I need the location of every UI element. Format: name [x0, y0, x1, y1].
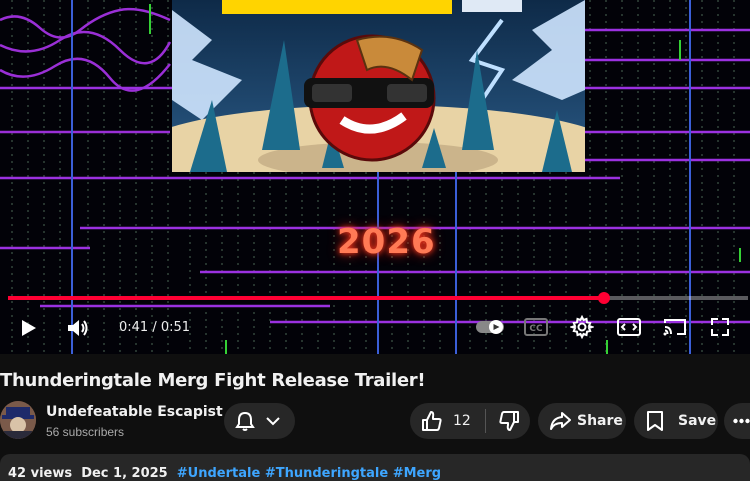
theater-mode-icon — [617, 318, 641, 336]
play-icon — [22, 320, 36, 336]
description-meta: 42 views Dec 1, 2025 #Undertale #Thunder… — [8, 466, 441, 481]
theater-mode-button[interactable] — [614, 314, 644, 340]
captions-button[interactable]: CC — [522, 314, 550, 340]
progress-played — [8, 296, 604, 300]
volume-icon — [68, 320, 88, 336]
hashtag-link[interactable]: #Thunderingtale — [265, 466, 388, 481]
channel-avatar[interactable] — [0, 401, 36, 439]
time-current: 0:41 — [119, 320, 149, 335]
channel-name[interactable]: Undefeatable Escapist — [46, 404, 223, 420]
cast-button[interactable] — [660, 314, 690, 340]
time-separator: / — [148, 320, 161, 335]
mute-button[interactable] — [64, 314, 92, 342]
share-button[interactable]: Share — [538, 403, 626, 439]
gear-icon — [570, 315, 594, 339]
hashtag-link[interactable]: #Undertale — [177, 466, 261, 481]
view-count: 42 views — [8, 466, 73, 481]
more-horizontal-icon — [733, 418, 750, 424]
share-label: Share — [577, 413, 623, 429]
save-label: Save — [678, 413, 717, 429]
bell-icon — [235, 411, 255, 431]
dislike-button[interactable] — [486, 403, 520, 439]
thumbs-up-icon — [422, 411, 442, 431]
svg-text:CC: CC — [529, 324, 543, 334]
video-thumbnail-art — [172, 0, 585, 172]
autoplay-toggle[interactable] — [474, 316, 506, 338]
more-actions-button[interactable] — [724, 403, 750, 439]
play-button[interactable] — [14, 314, 42, 342]
notification-bell-button[interactable] — [224, 403, 295, 439]
time-total: 0:51 — [160, 320, 191, 335]
fullscreen-icon — [711, 318, 729, 336]
save-button[interactable]: Save — [634, 403, 718, 439]
like-button[interactable]: 12 — [410, 403, 471, 439]
autoplay-toggle-icon — [476, 320, 504, 334]
fullscreen-button[interactable] — [706, 313, 734, 341]
video-player[interactable]: 2026 0:41 / 0:51 CC — [0, 0, 750, 354]
like-count: 12 — [453, 413, 471, 429]
settings-button[interactable] — [568, 313, 596, 341]
hashtag-link[interactable]: #Merg — [393, 466, 441, 481]
subscriber-count: 56 subscribers — [46, 425, 125, 439]
progress-scrubber-handle[interactable] — [597, 292, 610, 304]
avatar-image — [0, 401, 36, 439]
progress-bar[interactable] — [8, 292, 748, 304]
like-dislike-group: 12 — [410, 403, 530, 439]
thumbs-down-icon — [499, 411, 519, 431]
bookmark-icon — [647, 411, 663, 431]
video-title: Thunderingtale Merg Fight Release Traile… — [0, 370, 426, 391]
upload-date: Dec 1, 2025 — [81, 466, 168, 481]
video-watermark-year: 2026 — [337, 222, 436, 262]
chevron-down-icon — [266, 417, 280, 426]
cast-icon — [663, 319, 686, 336]
closed-captions-icon: CC — [524, 318, 548, 336]
share-icon — [550, 412, 571, 430]
time-display: 0:41 / 0:51 — [119, 320, 190, 335]
